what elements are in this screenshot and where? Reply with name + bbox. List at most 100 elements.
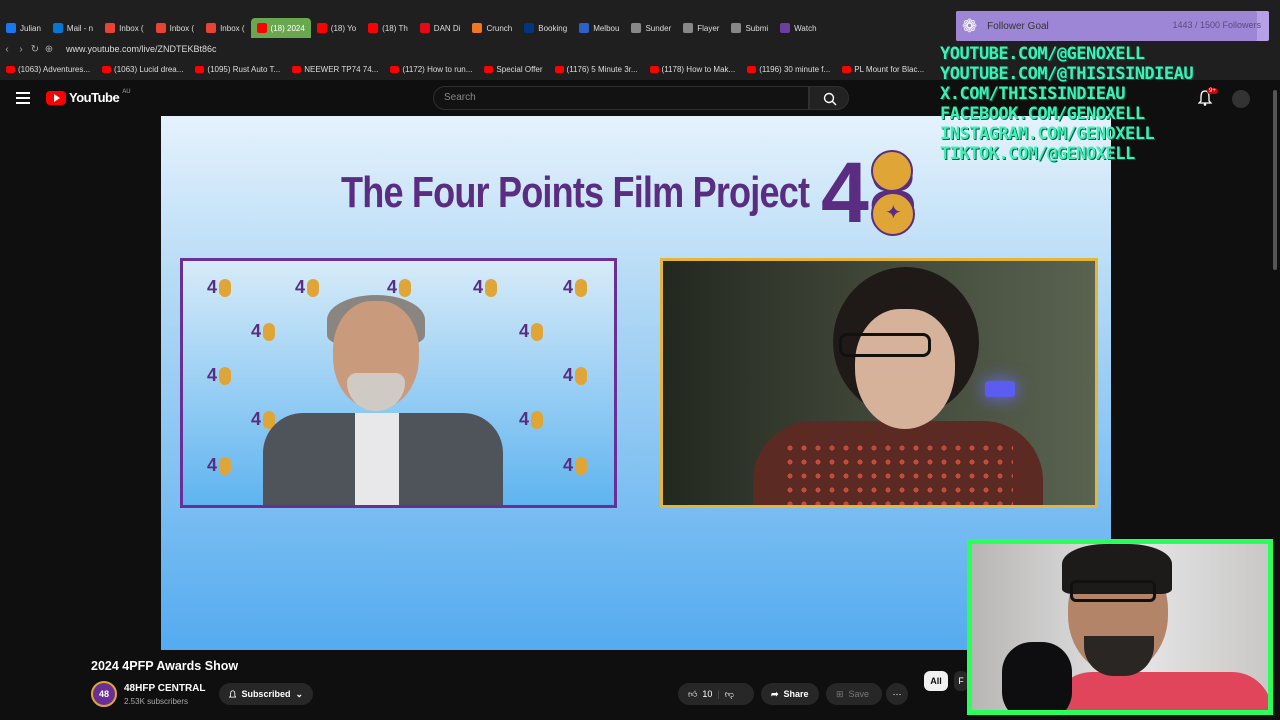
youtube-logo[interactable]: YouTube AU [46, 89, 131, 105]
forward-icon[interactable]: › [14, 44, 28, 55]
browser-tab[interactable]: (18) Th [362, 18, 414, 38]
page-scrollbar[interactable] [1273, 90, 1277, 270]
browser-tab[interactable]: DAN Di [414, 18, 467, 38]
divider: | [717, 689, 720, 699]
paw-icon: ❁ [962, 15, 978, 36]
tab-label: (18) Th [382, 23, 408, 33]
bookmark-label: (1178) How to Mak... [661, 64, 736, 74]
search-input[interactable]: Search [433, 86, 809, 110]
bookmark-item[interactable]: (1196) 30 minute f... [741, 65, 836, 74]
share-button[interactable]: ➦ Share [761, 683, 819, 705]
tab-favicon-icon [472, 23, 483, 33]
chip-all[interactable]: All [924, 671, 948, 691]
globe-icon [871, 150, 913, 192]
url-field[interactable]: www.youtube.com/live/ZNDTEKBt86c [66, 44, 217, 54]
browser-tab[interactable]: Inbox ( [150, 18, 200, 38]
tab-label: Sunder [645, 23, 672, 33]
bookmark-item[interactable]: (1176) 5 Minute 3r... [549, 65, 644, 74]
channel-avatar[interactable]: 48 [91, 681, 117, 707]
tab-label: (18) Yo [330, 23, 357, 33]
more-actions-button[interactable]: ⋯ [886, 683, 908, 705]
subscriber-count: 2.53K subscribers [124, 697, 189, 706]
tab-label: Mail - n [66, 23, 94, 33]
browser-tab[interactable]: Watch [774, 18, 822, 38]
tab-label: (18) 2024 [270, 23, 305, 33]
tab-favicon-icon [419, 23, 430, 33]
bookmark-favicon-icon [6, 65, 15, 73]
backdrop-logo-icon: 4 [563, 277, 588, 297]
bookmark-favicon-icon [649, 65, 659, 73]
thumbs-up-icon[interactable]: 👍︎ [688, 689, 697, 700]
bookmark-favicon-icon [292, 65, 302, 73]
browser-tab[interactable]: Inbox ( [200, 18, 250, 38]
search-button[interactable] [809, 86, 849, 110]
bookmark-item[interactable]: PL Mount for Blac... [836, 65, 930, 74]
tab-label: Julian [20, 23, 41, 33]
compass-icon [871, 192, 915, 236]
save-button[interactable]: ⊞ Save [826, 683, 882, 705]
tab-label: DAN Di [433, 23, 461, 33]
browser-tab[interactable]: Booking [518, 18, 573, 38]
tab-favicon-icon [368, 23, 379, 33]
bookmark-item[interactable]: (1095) Rust Auto T... [189, 65, 286, 74]
tab-label: Watch [794, 23, 817, 33]
subscribed-button[interactable]: Subscribed ⌄ [219, 683, 313, 705]
tab-favicon-icon [6, 23, 16, 33]
hamburger-menu-icon[interactable] [16, 92, 30, 104]
bookmark-favicon-icon [390, 65, 400, 73]
browser-tab[interactable]: Julian [0, 18, 47, 38]
bookmark-item[interactable]: Special Offer [478, 65, 548, 74]
backdrop-logo-icon: 4 [519, 409, 544, 429]
bookmark-label: PL Mount for Blac... [854, 64, 925, 74]
like-dislike-group[interactable]: 👍︎ 10 | 👎︎ [678, 683, 754, 705]
browser-tab[interactable]: Crunch [466, 18, 518, 38]
tab-favicon-icon [780, 23, 791, 33]
search-icon [823, 92, 837, 106]
social-link: X.COM/THISISINDIEAU [940, 84, 1125, 104]
bookmark-label: (1176) 5 Minute 3r... [566, 64, 638, 74]
bookmark-item[interactable]: (1063) Lucid drea... [96, 65, 189, 74]
reload-icon[interactable]: ↻ [28, 44, 42, 55]
participant-panel-left: 4 4 4 4 4 4 4 4 4 4 4 4 4 [180, 258, 617, 508]
chip-second[interactable]: F [954, 671, 968, 691]
browser-tab[interactable]: Submi [725, 18, 774, 38]
backdrop-logo-icon: 4 [563, 455, 588, 475]
save-icon: ⊞ [836, 688, 844, 699]
browser-tab[interactable]: (18) Yo [311, 18, 362, 38]
tab-favicon-icon [52, 23, 63, 33]
tab-label: Submi [745, 23, 769, 33]
microphone-image [1002, 642, 1072, 710]
backdrop-logo-icon: 4 [207, 277, 232, 297]
site-info-icon[interactable]: ⊕ [42, 44, 56, 55]
backdrop-logo-icon: 4 [563, 365, 588, 385]
bookmark-item[interactable]: (1063) Adventures... [0, 65, 96, 74]
social-link: FACEBOOK.COM/GENOXELL [940, 104, 1145, 124]
thumbs-down-icon[interactable]: 👎︎ [725, 689, 734, 700]
bookmark-label: (1095) Rust Auto T... [207, 64, 281, 74]
like-count: 10 [702, 689, 713, 699]
four-points-logo: 48 [821, 146, 941, 241]
back-icon[interactable]: ‹ [0, 44, 14, 55]
bookmark-label: (1172) How to run... [402, 64, 473, 74]
more-icon: ⋯ [892, 688, 902, 699]
browser-tab[interactable]: Sunder [625, 18, 677, 38]
subscribed-label: Subscribed [241, 689, 291, 699]
channel-name[interactable]: 48HFP CENTRAL [124, 683, 206, 694]
bookmark-item[interactable]: (1178) How to Mak... [644, 65, 742, 74]
browser-tab[interactable]: Flayer [677, 18, 725, 38]
browser-tab[interactable]: Melbou [573, 18, 625, 38]
bookmark-favicon-icon [484, 65, 494, 73]
bookmark-item[interactable]: NEEWER TP74 74... [286, 65, 384, 74]
video-title: 2024 4PFP Awards Show [91, 659, 239, 673]
browser-tab[interactable]: (18) 2024 [250, 18, 311, 38]
browser-tab[interactable]: Mail - n [47, 18, 99, 38]
bookmark-favicon-icon [195, 65, 205, 73]
tab-list: Julian Mail - n Inbox (Inbox (Inbox ((18) … [0, 18, 823, 38]
social-link: YOUTUBE.COM/@GENOXELL [940, 44, 1145, 64]
bookmark-item[interactable]: (1172) How to run... [384, 65, 478, 74]
browser-tab[interactable]: Inbox ( [99, 18, 149, 38]
tab-label: Booking [538, 23, 568, 33]
account-avatar[interactable] [1232, 90, 1250, 108]
bookmark-favicon-icon [554, 65, 564, 73]
tab-label: Inbox ( [220, 23, 245, 33]
